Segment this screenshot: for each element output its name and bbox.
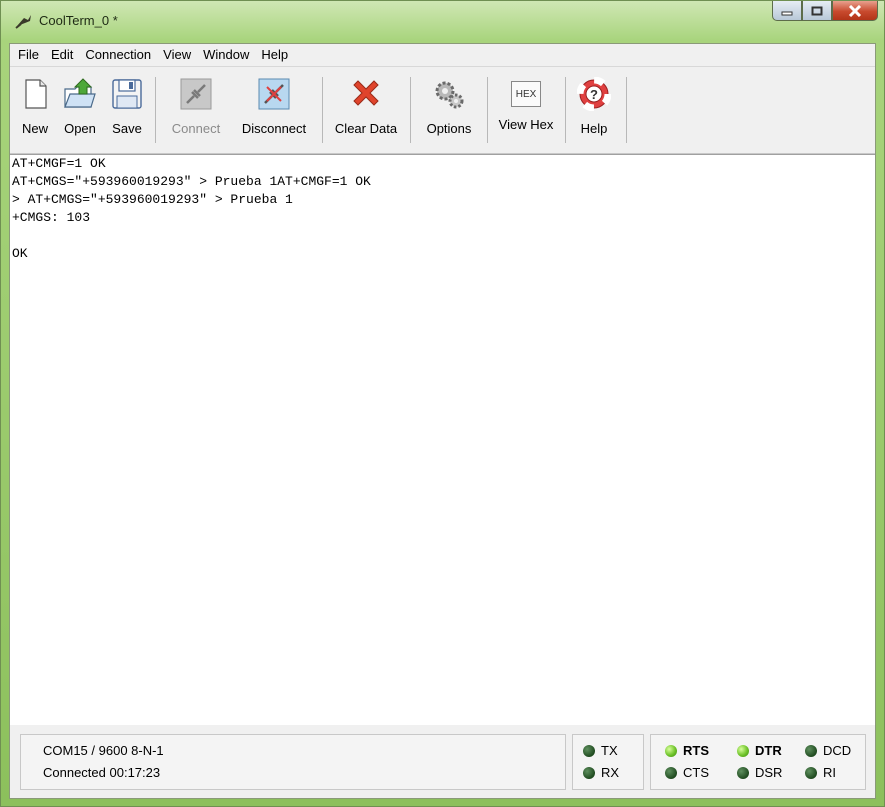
led-dot-icon [665,766,677,779]
toolbar-separator [565,77,566,143]
open-label: Open [64,121,96,136]
terminal-line: AT+CMGF=1 OK [12,156,106,171]
view-hex-label: View Hex [498,117,554,132]
terminal-output[interactable]: AT+CMGF=1 OK AT+CMGS="+593960019293" > P… [10,154,875,725]
options-button[interactable]: Options [418,73,480,147]
toolbar-separator [155,77,156,143]
dtr-indicator[interactable]: DTR [737,743,782,758]
connect-plug-icon [180,78,212,110]
terminal-line: +CMGS: 103 [12,210,91,225]
title-bar[interactable]: CoolTerm_0 * [1,1,884,43]
gear-icon [435,81,464,109]
toolbar-separator [322,77,323,143]
svg-text:?: ? [590,87,598,102]
tx-label: TX [601,743,618,758]
dcd-label: DCD [823,743,852,758]
rts-label: RTS [683,743,709,758]
caption-buttons [772,1,878,23]
connect-label: Connect [171,121,221,136]
tx-rx-panel: TX RX [572,734,644,790]
terminal-line: AT+CMGS="+593960019293" > Prueba 1AT+CMG… [12,174,371,189]
dcd-indicator: DCD [805,743,851,758]
clear-data-button[interactable]: Clear Data [328,73,404,147]
line-status-panel: RTS CTS DTR DSR DCD RI [650,734,866,790]
menu-bar: File Edit Connection View Window Help [10,44,875,67]
disconnect-plug-icon [258,78,290,110]
disconnect-button[interactable]: Disconnect [236,73,312,147]
options-label: Options [426,121,472,136]
led-dot-icon [737,766,749,779]
led-dot-icon [805,766,817,779]
menu-edit[interactable]: Edit [45,44,79,66]
led-dot-icon [583,744,595,757]
new-button[interactable]: New [18,73,52,147]
connection-time-text: Connected 00:17:23 [43,765,161,780]
toolbar: New Open Save Connect Disconnect Clear D… [10,67,875,154]
dsr-label: DSR [755,765,783,780]
hex-icon: HEX [511,81,541,107]
save-button[interactable]: Save [110,73,144,147]
status-bar: COM15 / 9600 8-N-1 Connected 00:17:23 TX… [10,726,875,798]
connection-status-panel: COM15 / 9600 8-N-1 Connected 00:17:23 [20,734,566,790]
save-label: Save [112,121,142,136]
view-hex-button[interactable]: HEX View Hex [494,73,558,147]
menu-help[interactable]: Help [255,44,294,66]
clear-x-icon [353,80,379,106]
dsr-indicator: DSR [737,765,782,780]
ri-indicator: RI [805,765,836,780]
clear-data-label: Clear Data [334,121,398,136]
rts-indicator[interactable]: RTS [665,743,709,758]
close-icon [848,4,862,17]
hex-icon-text: HEX [515,88,537,100]
help-button[interactable]: ? Help [572,73,616,147]
maximize-icon [811,6,823,15]
connect-button[interactable]: Connect [164,73,228,147]
toolbar-separator [626,77,627,143]
cts-indicator: CTS [665,765,709,780]
ri-label: RI [823,765,836,780]
dtr-label: DTR [755,743,782,758]
new-file-icon [25,79,47,109]
led-dot-icon [737,744,749,757]
app-window: CoolTerm_0 * File Edit Connection View W… [0,0,885,807]
toolbar-separator [410,77,411,143]
led-dot-icon [665,744,677,757]
port-settings-text: COM15 / 9600 8-N-1 [43,743,164,758]
rx-indicator: RX [583,765,619,780]
close-button[interactable] [832,1,878,21]
client-area: File Edit Connection View Window Help Ne… [9,43,876,799]
open-button[interactable]: Open [58,73,102,147]
minimize-icon [781,11,793,15]
window-title: CoolTerm_0 * [39,13,118,28]
menu-file[interactable]: File [12,44,45,66]
terminal-line: > AT+CMGS="+593960019293" > Prueba 1 [12,192,293,207]
led-dot-icon [583,766,595,779]
toolbar-separator [487,77,488,143]
new-label: New [21,121,48,136]
menu-window[interactable]: Window [197,44,255,66]
menu-view[interactable]: View [157,44,197,66]
maximize-button[interactable] [802,1,832,21]
minimize-button[interactable] [772,1,802,21]
menu-connection[interactable]: Connection [79,44,157,66]
help-lifebuoy-icon: ? [577,77,611,111]
app-logo-icon [15,15,31,29]
help-label: Help [580,121,608,136]
rx-label: RX [601,765,620,780]
floppy-disk-icon [112,79,142,109]
cts-label: CTS [683,765,709,780]
disconnect-label: Disconnect [241,121,307,136]
open-folder-icon [64,78,96,108]
led-dot-icon [805,744,817,757]
tx-indicator: TX [583,743,618,758]
terminal-line: OK [12,246,28,261]
